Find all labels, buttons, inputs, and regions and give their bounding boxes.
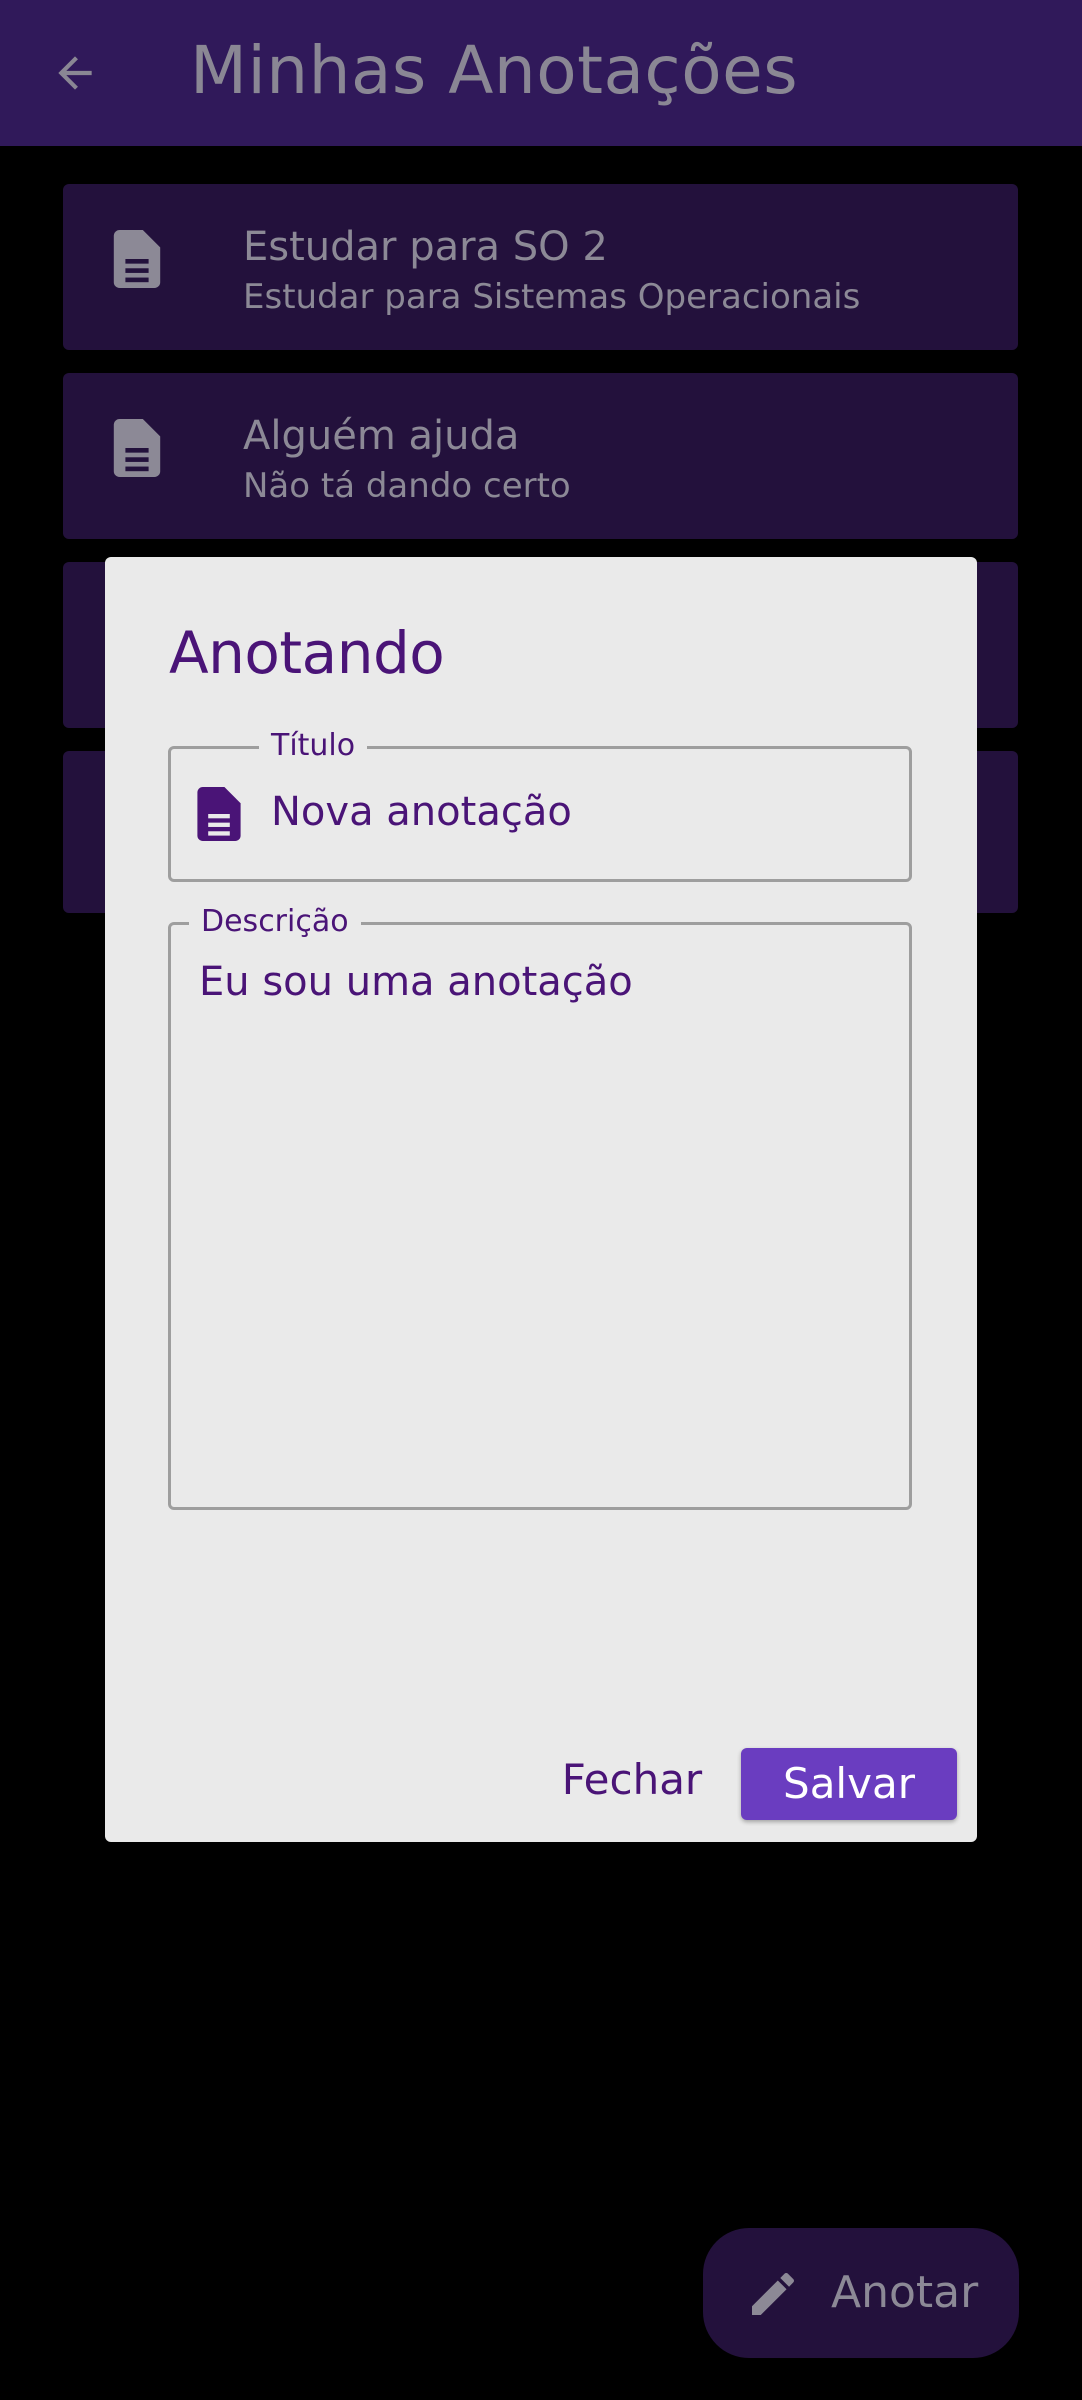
page-title: Minhas Anotações: [190, 32, 799, 109]
document-icon: [113, 230, 161, 288]
list-item[interactable]: Estudar para SO 2 Estudar para Sistemas …: [63, 184, 1018, 350]
note-description: Estudar para Sistemas Operacionais: [243, 277, 861, 317]
app-bar: Minhas Anotações: [0, 0, 1082, 146]
list-item[interactable]: Alguém ajuda Não tá dando certo: [63, 373, 1018, 539]
fab-label: Anotar: [831, 2267, 979, 2318]
add-note-fab[interactable]: Anotar: [703, 2228, 1019, 2358]
description-field-label: Descrição: [189, 905, 361, 939]
note-description: Não tá dando certo: [243, 466, 571, 506]
save-button[interactable]: Salvar: [741, 1748, 957, 1820]
description-input[interactable]: Eu sou uma anotação: [199, 957, 879, 1457]
document-icon: [113, 419, 161, 477]
pencil-icon: [752, 2272, 795, 2315]
document-icon: [197, 787, 241, 841]
note-title: Estudar para SO 2: [243, 224, 608, 270]
title-field[interactable]: Título: [168, 729, 912, 882]
close-button[interactable]: Fechar: [542, 1745, 722, 1815]
note-dialog: Anotando Título Descrição Eu sou uma ano…: [105, 557, 977, 1842]
back-button[interactable]: [40, 38, 110, 108]
description-field[interactable]: Descrição Eu sou uma anotação: [168, 905, 912, 1510]
screen: Minhas Anotações Estudar para SO 2 Estud…: [0, 0, 1082, 2400]
title-input[interactable]: [271, 785, 871, 839]
arrow-back-icon: [58, 56, 92, 90]
title-field-label: Título: [259, 729, 368, 763]
note-title: Alguém ajuda: [243, 413, 520, 459]
dialog-title: Anotando: [169, 619, 445, 687]
